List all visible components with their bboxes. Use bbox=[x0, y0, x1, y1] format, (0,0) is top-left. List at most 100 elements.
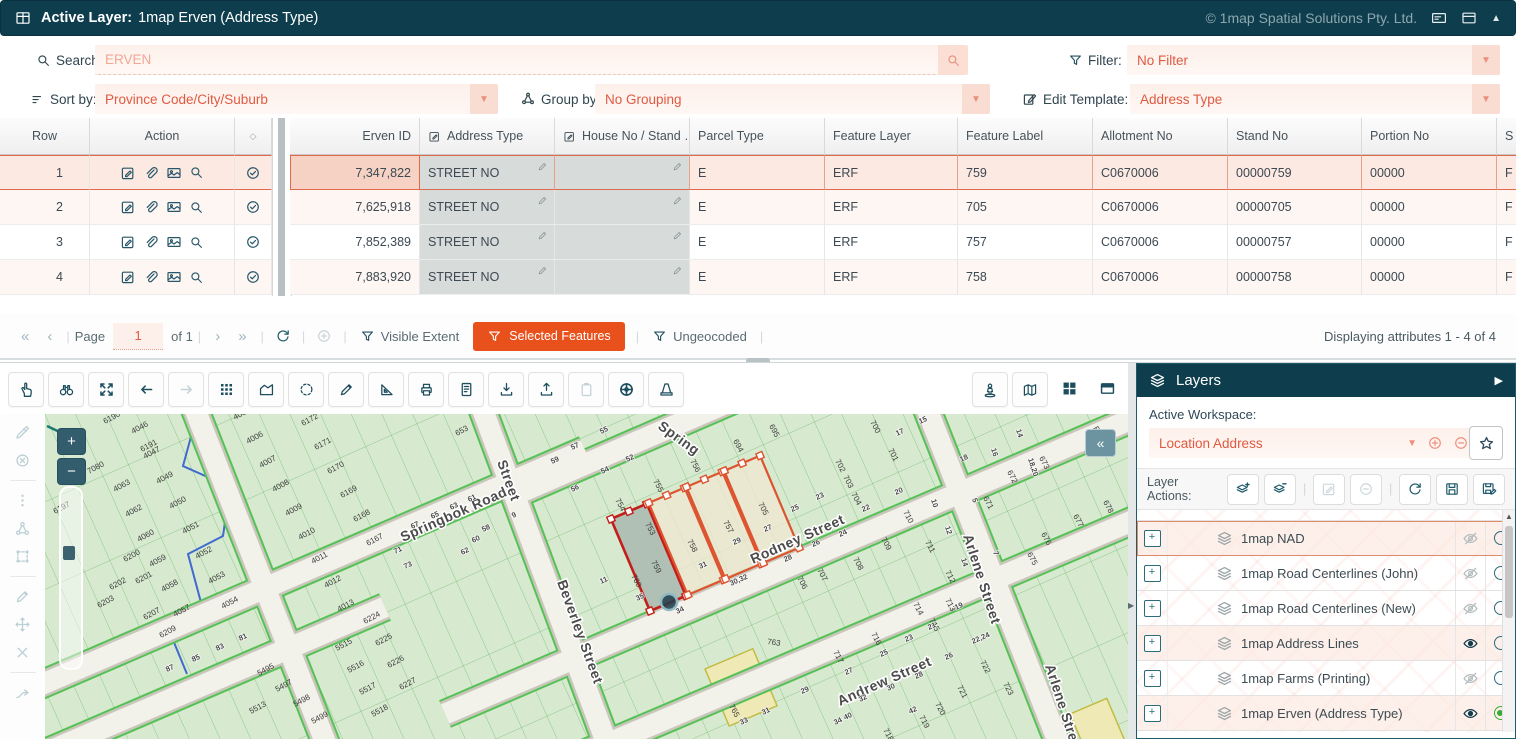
scroll-up-icon[interactable]: ▲ bbox=[1503, 510, 1515, 524]
photo-icon[interactable] bbox=[166, 165, 182, 181]
zoom-slider[interactable] bbox=[59, 486, 83, 670]
attachment-icon[interactable] bbox=[143, 199, 159, 215]
layer-expand-icon[interactable]: + bbox=[1144, 705, 1161, 722]
zoom-slider-thumb[interactable] bbox=[63, 546, 75, 560]
refresh-layers-button[interactable] bbox=[1399, 474, 1431, 505]
more-options-icon[interactable] bbox=[14, 492, 31, 509]
report-button[interactable] bbox=[448, 372, 484, 407]
cell-address-type[interactable]: STREET NO bbox=[420, 190, 555, 225]
edit-cell-icon[interactable] bbox=[537, 265, 548, 279]
column-header-erven-id[interactable]: Erven ID bbox=[290, 118, 420, 155]
edit-row-icon[interactable] bbox=[120, 269, 136, 285]
prev-page-button[interactable]: ‹ bbox=[38, 328, 61, 345]
add-layer-button[interactable] bbox=[1227, 474, 1259, 505]
zoom-to-feature-icon[interactable] bbox=[189, 199, 204, 215]
column-header-row[interactable]: Row bbox=[0, 118, 90, 155]
table-row[interactable]: 7,883,920STREET NOEERF758C06700060000075… bbox=[290, 260, 1516, 295]
collapse-panel-icon[interactable]: ▲ bbox=[1491, 13, 1501, 24]
edit-cell-icon[interactable] bbox=[672, 195, 683, 209]
search-button[interactable] bbox=[938, 45, 968, 75]
photo-icon[interactable] bbox=[166, 234, 182, 250]
geocoded-status-cell[interactable] bbox=[235, 155, 272, 190]
next-page-button[interactable]: › bbox=[206, 328, 229, 345]
layer-row-1map-farms-printing-[interactable]: +1map Farms (Printing) bbox=[1137, 661, 1515, 696]
circle-select-button[interactable] bbox=[288, 372, 324, 407]
table-pane-splitter[interactable] bbox=[272, 118, 292, 296]
grid-view-button[interactable] bbox=[1052, 372, 1086, 405]
delete-feature-icon[interactable] bbox=[14, 644, 31, 661]
vertex-handle[interactable] bbox=[682, 483, 690, 491]
cell-house-no-stand-[interactable] bbox=[555, 190, 690, 225]
street-view-button[interactable] bbox=[972, 372, 1008, 407]
map-canvas[interactable]: Springbok RoadBeverley StreetStreetRodne… bbox=[45, 414, 1128, 739]
column-header-stand-no[interactable]: Stand No bbox=[1228, 118, 1362, 155]
table-row-frozen[interactable]: 2 bbox=[0, 190, 272, 225]
table-row[interactable]: 7,347,822STREET NOEERF759C06700060000075… bbox=[290, 155, 1516, 190]
column-header-s[interactable]: S bbox=[1497, 118, 1516, 155]
base-map-button[interactable] bbox=[1012, 372, 1048, 407]
edit-cell-icon[interactable] bbox=[672, 265, 683, 279]
coordinates-button[interactable] bbox=[608, 372, 644, 407]
geocoded-status-cell[interactable] bbox=[235, 190, 272, 225]
window-icon[interactable] bbox=[1461, 10, 1477, 26]
edit-cell-icon[interactable] bbox=[537, 161, 548, 175]
attachment-icon[interactable] bbox=[143, 165, 159, 181]
warning-button[interactable] bbox=[648, 372, 684, 407]
layer-visibility-toggle[interactable] bbox=[1455, 661, 1485, 695]
table-row[interactable]: 7,625,918STREET NOEERF705C06700060000070… bbox=[290, 190, 1516, 225]
measure-button[interactable] bbox=[328, 372, 364, 407]
layer-expand-icon[interactable]: + bbox=[1144, 670, 1161, 687]
action-cell[interactable] bbox=[90, 260, 235, 295]
table-row-frozen[interactable]: 3 bbox=[0, 225, 272, 260]
layer-row-1map-address-lines[interactable]: +1map Address Lines bbox=[1137, 626, 1515, 661]
geocoded-status-cell[interactable] bbox=[235, 260, 272, 295]
layer-row-1map-road-centerlines-new-[interactable]: +1map Road Centerlines (New) bbox=[1137, 591, 1515, 626]
last-page-button[interactable]: » bbox=[229, 328, 255, 345]
angle-measure-button[interactable] bbox=[368, 372, 404, 407]
geocoded-status-cell[interactable] bbox=[235, 225, 272, 260]
download-button[interactable] bbox=[488, 372, 524, 407]
layer-row-1map-nad[interactable]: +1map NAD bbox=[1137, 521, 1515, 556]
layer-expand-icon[interactable]: + bbox=[1144, 600, 1161, 617]
find-button[interactable] bbox=[48, 372, 84, 407]
column-header-parcel-type[interactable]: Parcel Type bbox=[690, 118, 825, 155]
panel-splitter[interactable]: ▶ bbox=[1128, 363, 1136, 739]
group-select[interactable]: No Grouping ▼ bbox=[595, 84, 990, 114]
sort-select[interactable]: Province Code/City/Suburb ▼ bbox=[95, 84, 498, 114]
column-header-feature-layer[interactable]: Feature Layer bbox=[825, 118, 958, 155]
layer-visibility-toggle[interactable] bbox=[1455, 626, 1485, 660]
layers-collapse-icon[interactable]: ▶ bbox=[1495, 374, 1503, 387]
zoom-out-button[interactable]: − bbox=[57, 458, 86, 485]
table-row-frozen[interactable]: 1 bbox=[0, 155, 272, 190]
column-header-status[interactable]: ◇ bbox=[235, 118, 272, 155]
zoom-to-feature-icon[interactable] bbox=[189, 234, 204, 250]
layer-expand-icon[interactable]: + bbox=[1144, 530, 1161, 547]
visible-extent-toggle[interactable]: Visible Extent bbox=[352, 329, 468, 344]
rectangle-select-icon[interactable] bbox=[14, 548, 31, 565]
layers-panel-header[interactable]: Layers ▶ bbox=[1137, 364, 1515, 397]
action-cell[interactable] bbox=[90, 225, 235, 260]
cell-house-no-stand-[interactable] bbox=[555, 260, 690, 295]
edit-row-icon[interactable] bbox=[120, 165, 136, 181]
template-dropdown-icon[interactable]: ▼ bbox=[1472, 84, 1500, 114]
zoom-to-feature-icon[interactable] bbox=[189, 165, 204, 181]
workspace-add-icon[interactable] bbox=[1427, 435, 1443, 451]
page-input[interactable] bbox=[113, 323, 163, 350]
cell-address-type[interactable]: STREET NO bbox=[420, 155, 555, 190]
edit-layer-button[interactable] bbox=[1313, 474, 1345, 505]
edit-cell-icon[interactable] bbox=[672, 230, 683, 244]
clipboard-button[interactable] bbox=[568, 372, 604, 407]
edit-row-icon[interactable] bbox=[120, 199, 136, 215]
measure-edit-icon[interactable] bbox=[14, 424, 31, 441]
filter-dropdown-icon[interactable]: ▼ bbox=[1472, 45, 1500, 75]
column-header-house-no-stand-[interactable]: House No / Stand … bbox=[555, 118, 690, 155]
vertex-handle[interactable] bbox=[738, 459, 746, 467]
split-feature-icon[interactable] bbox=[14, 684, 31, 701]
workspace-favorite-button[interactable] bbox=[1469, 426, 1503, 460]
cell-address-type[interactable]: STREET NO bbox=[420, 225, 555, 260]
group-dropdown-icon[interactable]: ▼ bbox=[962, 84, 990, 114]
column-header-address-type[interactable]: Address Type bbox=[420, 118, 555, 155]
remove-item-button[interactable] bbox=[1350, 474, 1382, 505]
first-page-button[interactable]: « bbox=[12, 328, 38, 345]
vertex-handle[interactable] bbox=[700, 475, 708, 483]
